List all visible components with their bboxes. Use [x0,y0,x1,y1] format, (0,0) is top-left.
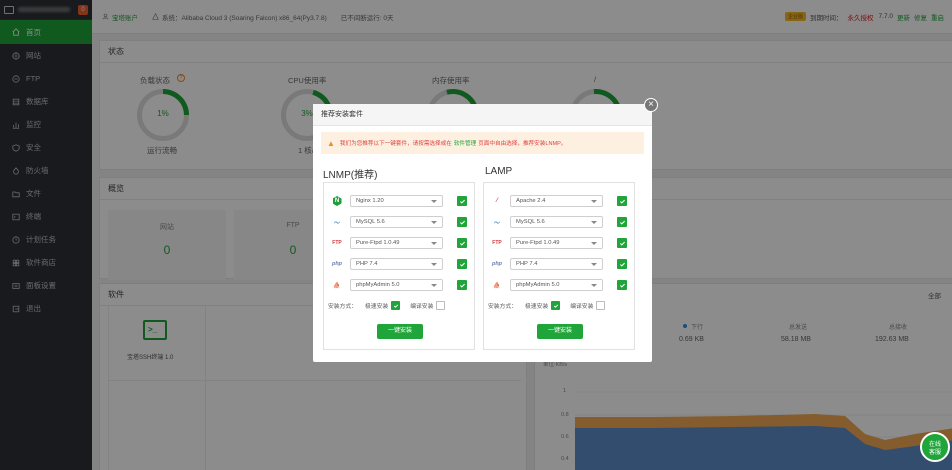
lamp-php-checkbox[interactable] [617,259,627,269]
lamp-row-php: php PHP 7.4 [490,257,627,271]
fast-install-label: 极速安装 [365,304,389,310]
lamp-box: ⁄ Apache 2.4 〜 MySQL 5.6 FTP Pure-Ftpd 1… [483,182,635,350]
lnmp-install-mode: 安装方式： 极速安装 编译安装 [328,301,446,310]
php-icon: php [491,261,503,267]
warning-text: 我们为您推荐以下一键套件，请按需选择或在 [339,141,452,147]
lnmp-fast-install-checkbox[interactable] [391,301,401,310]
warning-text-suffix: 页面中自由选择，推荐安装LNMP。 [478,141,567,147]
phpmyadmin-icon: ⛵ [493,282,501,289]
lamp-compile-install-checkbox[interactable] [596,301,606,310]
software-manage-link[interactable]: 软件管理 [454,139,476,147]
lnmp-php-checkbox[interactable] [457,259,467,269]
lamp-install-button[interactable]: 一键安装 [537,324,583,339]
online-support-line2: 客服 [928,450,941,456]
compile-install-label: 编译安装 [570,304,594,310]
lamp-install-mode: 安装方式： 极速安装 编译安装 [488,301,606,310]
lnmp-nginx-select[interactable]: Nginx 1.20 [350,195,443,207]
lamp-phpmyadmin-select[interactable]: phpMyAdmin 5.0 [510,279,603,291]
lamp-mysql-checkbox[interactable] [617,217,627,227]
lamp-apache-checkbox[interactable] [617,196,627,206]
warning-icon: ▲ [327,138,335,148]
lnmp-phpmyadmin-select[interactable]: phpMyAdmin 5.0 [350,279,443,291]
recommend-modal: 推荐安装套件 × ▲ 我们为您推荐以下一键套件，请按需选择或在 软件管理 页面中… [313,98,658,362]
lamp-row-mysql: 〜 MySQL 5.6 [490,215,627,229]
compile-install-label: 编译安装 [410,304,434,310]
lnmp-compile-install-checkbox[interactable] [436,301,446,310]
php-icon: php [331,261,343,267]
lamp-fast-install-checkbox[interactable] [551,301,561,310]
mysql-icon: 〜 [493,220,500,227]
lamp-ftp-checkbox[interactable] [617,238,627,248]
online-support-button[interactable]: 在线 客服 [920,432,950,462]
install-mode-label: 安装方式： [328,304,357,310]
lamp-title: LAMP [485,166,513,177]
ftp-icon: FTP [492,240,502,246]
lnmp-row-php: php PHP 7.4 [330,257,467,271]
lnmp-row-nginx: N Nginx 1.20 [330,194,467,208]
lnmp-mysql-select[interactable]: MySQL 5.6 [350,216,443,228]
lnmp-stack: LNMP(推荐) N Nginx 1.20 〜 MySQL 5.6 FTP Pu… [323,166,475,350]
lamp-mysql-select[interactable]: MySQL 5.6 [510,216,603,228]
ftp-icon: FTP [332,240,342,246]
lnmp-phpmyadmin-checkbox[interactable] [457,280,467,290]
lamp-apache-select[interactable]: Apache 2.4 [510,195,603,207]
lamp-row-ftp: FTP Pure-Ftpd 1.0.49 [490,236,627,250]
warning-banner: ▲ 我们为您推荐以下一键套件，请按需选择或在 软件管理 页面中自由选择，推荐安装… [321,132,644,154]
modal-title: 推荐安装套件 [313,104,652,126]
phpmyadmin-icon: ⛵ [333,282,341,289]
lnmp-row-ftp: FTP Pure-Ftpd 1.0.49 [330,236,467,250]
lamp-row-phpmyadmin: ⛵ phpMyAdmin 5.0 [490,278,627,292]
lamp-stack: LAMP ⁄ Apache 2.4 〜 MySQL 5.6 FTP Pure-F… [483,166,635,350]
lnmp-ftp-checkbox[interactable] [457,238,467,248]
lnmp-ftp-select[interactable]: Pure-Ftpd 1.0.49 [350,237,443,249]
close-icon[interactable]: × [644,98,658,112]
nginx-icon: N [330,195,344,207]
lnmp-nginx-checkbox[interactable] [457,196,467,206]
lnmp-php-select[interactable]: PHP 7.4 [350,258,443,270]
fast-install-label: 极速安装 [525,304,549,310]
lamp-ftp-select[interactable]: Pure-Ftpd 1.0.49 [510,237,603,249]
lamp-row-apache: ⁄ Apache 2.4 [490,194,627,208]
apache-icon: ⁄ [496,198,498,204]
lnmp-title: LNMP(推荐) [323,170,378,181]
lnmp-row-phpmyadmin: ⛵ phpMyAdmin 5.0 [330,278,467,292]
install-mode-label: 安装方式： [488,304,517,310]
lnmp-install-button[interactable]: 一键安装 [377,324,423,339]
lamp-php-select[interactable]: PHP 7.4 [510,258,603,270]
lnmp-box: N Nginx 1.20 〜 MySQL 5.6 FTP Pure-Ftpd 1… [323,182,475,350]
mysql-icon: 〜 [333,220,340,227]
online-support-line1: 在线 [928,442,941,448]
lnmp-mysql-checkbox[interactable] [457,217,467,227]
lnmp-row-mysql: 〜 MySQL 5.6 [330,215,467,229]
lamp-phpmyadmin-checkbox[interactable] [617,280,627,290]
